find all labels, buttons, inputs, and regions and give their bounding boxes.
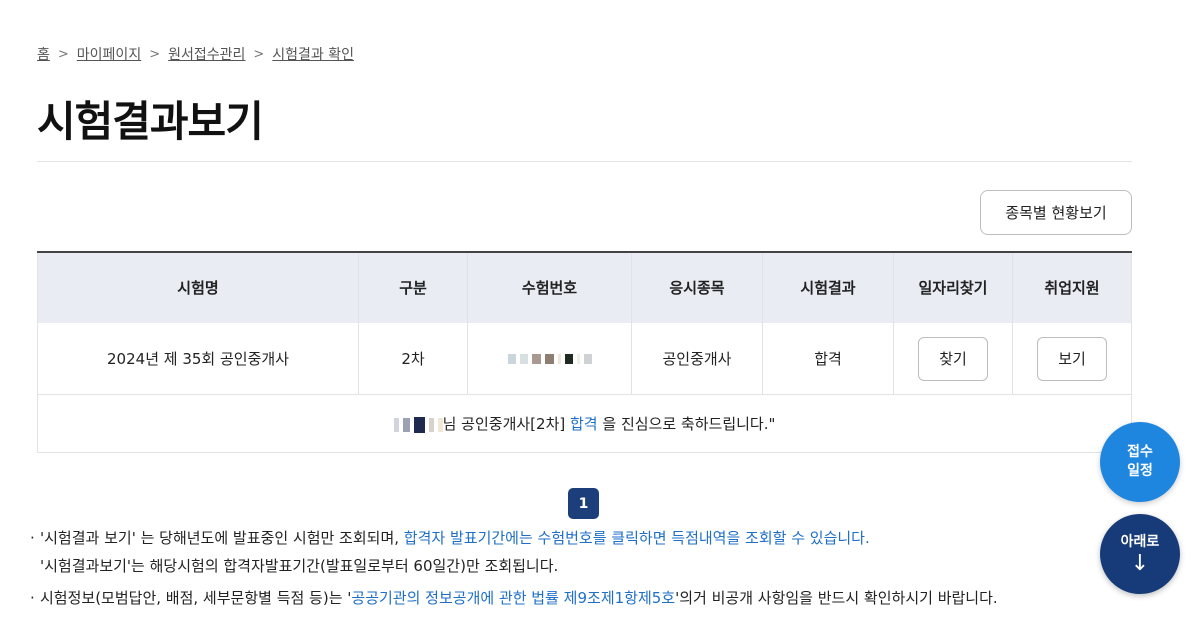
cell-job-support: 보기 <box>1012 323 1132 395</box>
breadcrumb-application[interactable]: 원서접수관리 <box>168 44 245 64</box>
cell-exam-name: 2024년 제 35회 공인중개사 <box>37 323 359 395</box>
scroll-down-label: 아래로 <box>1120 534 1160 550</box>
note-2: '시험결과보기'는 해당시험의 합격자발표기간(발표일로부터 60일간)만 조회… <box>40 557 559 575</box>
col-job-search-label: 일자리찾기 <box>918 279 988 297</box>
note-3a: 시험정보(모범답안, 배점, 세부문항별 득점 등)는 ' <box>40 589 352 607</box>
message-before: 님 공인중개사[2차] <box>442 415 570 433</box>
table-header-row: 시험명 구분 수험번호 응시종목 시험결과 일자리찾기 취업지원 <box>37 252 1132 323</box>
cell-subject: 공인중개사 <box>631 323 763 395</box>
message-pass: 합격 <box>570 415 598 433</box>
table-row: 2024년 제 35회 공인중개사 2차 공인중개사 합격 찾기 보기 <box>37 323 1132 395</box>
redacted-name <box>393 416 443 433</box>
congratulation-row: 님 공인중개사[2차] 합격 을 진심으로 축하드립니다." <box>37 394 1132 453</box>
chevron-right-icon: > <box>149 46 161 62</box>
redacted-exam-number[interactable] <box>507 354 592 364</box>
note-3b: 공공기관의 정보공개에 관한 법률 제9조제1항제5호 <box>351 589 676 607</box>
note-3c: '의거 비공개 사항임을 반드시 확인하시기 바랍니다. <box>675 589 998 607</box>
schedule-fab-line1: 접수 <box>1127 444 1153 460</box>
cell-result: 합격 <box>762 323 894 395</box>
cell-round: 2차 <box>358 323 468 395</box>
cell-exam-number[interactable] <box>467 323 632 395</box>
note-item: · 시험정보(모범답안, 배점, 세부문항별 득점 등)는 '공공기관의 정보공개… <box>30 584 998 612</box>
chevron-right-icon: > <box>253 46 265 62</box>
schedule-fab-button[interactable]: 접수 일정 <box>1100 422 1180 502</box>
col-result: 시험결과 <box>762 252 894 323</box>
scroll-down-fab-button[interactable]: 아래로 ↓ <box>1100 514 1180 594</box>
note-1b: 합격자 발표기간에는 수험번호를 클릭하면 득점내역을 조회할 수 있습니다. <box>403 529 870 547</box>
bullet-icon: · <box>30 529 35 547</box>
col-exam-name: 시험명 <box>37 252 359 323</box>
note-item: '시험결과보기'는 해당시험의 합격자발표기간(발표일로부터 60일간)만 조회… <box>30 552 998 580</box>
job-search-button[interactable]: 찾기 <box>918 336 988 381</box>
note-item: · '시험결과 보기' 는 당해년도에 발표중인 시험만 조회되며, 합격자 발표… <box>30 524 998 552</box>
arrow-down-icon: ↓ <box>1130 551 1150 576</box>
col-subject: 응시종목 <box>631 252 763 323</box>
breadcrumb-home[interactable]: 홈 <box>37 44 50 64</box>
page-title: 시험결과보기 <box>37 97 264 146</box>
col-job-search: 일자리찾기 <box>893 252 1013 323</box>
cell-job-search: 찾기 <box>893 323 1013 395</box>
job-support-button[interactable]: 보기 <box>1037 336 1107 381</box>
result-table: 시험명 구분 수험번호 응시종목 시험결과 일자리찾기 취업지원 2024년 제… <box>37 251 1132 453</box>
notes: · '시험결과 보기' 는 당해년도에 발표중인 시험만 조회되며, 합격자 발표… <box>30 524 998 612</box>
col-exam-number: 수험번호 <box>467 252 632 323</box>
bullet-icon: · <box>30 589 35 607</box>
chevron-right-icon: > <box>57 46 69 62</box>
breadcrumb-current[interactable]: 시험결과 확인 <box>272 44 354 64</box>
congratulation-cell: 님 공인중개사[2차] 합격 을 진심으로 축하드립니다." <box>37 394 1132 453</box>
col-job-support: 취업지원 <box>1012 252 1132 323</box>
status-by-subject-button[interactable]: 종목별 현황보기 <box>980 190 1132 235</box>
breadcrumb-mypage[interactable]: 마이페이지 <box>77 44 141 64</box>
divider <box>37 161 1132 162</box>
pagination-page-current[interactable]: 1 <box>568 488 599 519</box>
message-after: 을 진심으로 축하드립니다." <box>597 415 776 433</box>
congratulation-message: 님 공인중개사[2차] 합격 을 진심으로 축하드립니다." <box>393 415 776 433</box>
note-1a: '시험결과 보기' 는 당해년도에 발표중인 시험만 조회되며, <box>40 529 404 547</box>
breadcrumb: 홈 > 마이페이지 > 원서접수관리 > 시험결과 확인 <box>37 44 354 64</box>
schedule-fab-line2: 일정 <box>1127 463 1153 479</box>
col-round: 구분 <box>358 252 468 323</box>
